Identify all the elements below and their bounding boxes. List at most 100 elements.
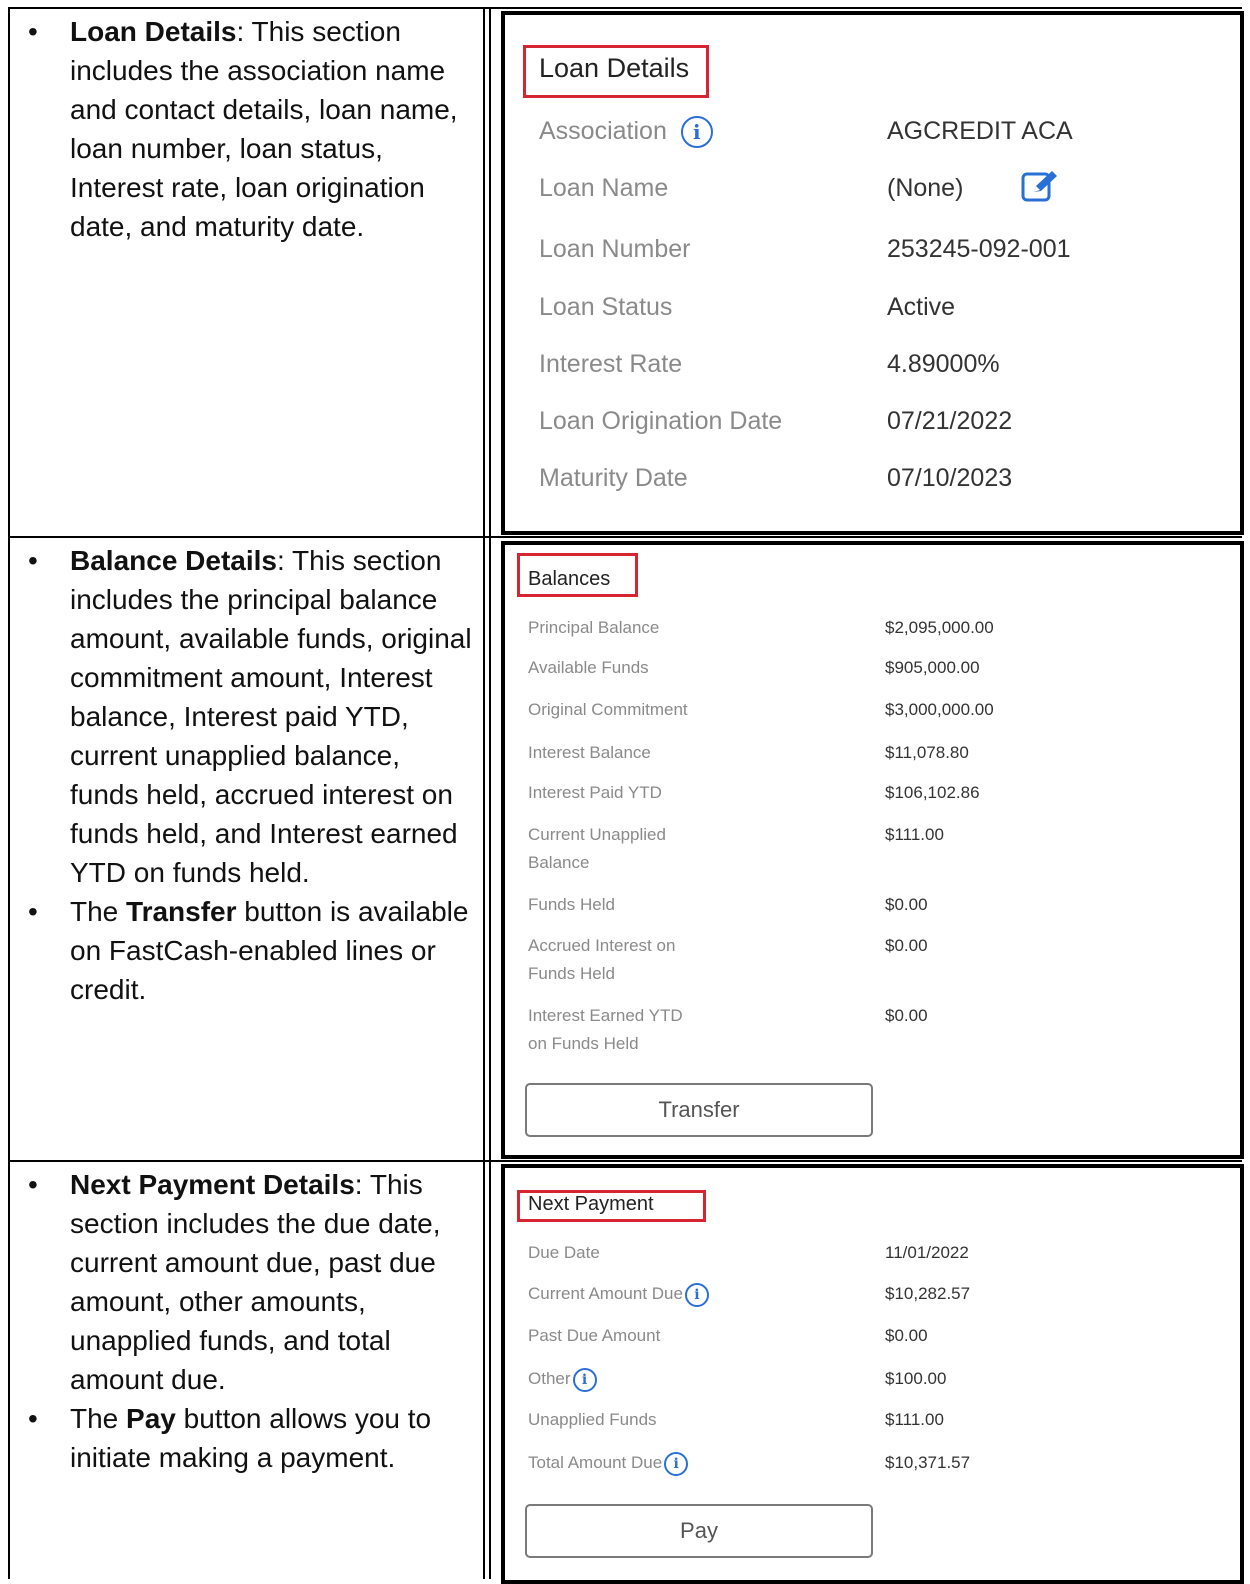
description-cell: Balance Details: This section includes t… (8, 541, 484, 1158)
field-value: $0.00 (885, 895, 928, 914)
bullet-list: Next Payment Details: This section inclu… (8, 1165, 484, 1477)
field-label-text: Balance (528, 853, 590, 872)
field-label-text: Unapplied Funds (528, 1410, 657, 1429)
field-label: Available Funds (528, 654, 649, 682)
row-divider-2 (8, 1160, 1242, 1162)
balances-title: Balances (528, 568, 611, 590)
field-value: $106,102.86 (885, 783, 980, 802)
field-label: Other i (528, 1365, 597, 1393)
field-label: Original Commitment (528, 696, 688, 724)
info-icon[interactable]: i (680, 116, 713, 149)
field-label-text: Interest Rate (539, 350, 683, 378)
field-label-text: Due Date (528, 1243, 600, 1262)
field-label: Interest Earned YTD on Funds Held (528, 1002, 683, 1058)
bullet-bold-term: Next Payment Details (70, 1169, 355, 1200)
field-label-text: Accrued Interest on (528, 936, 676, 955)
field-label-text: Other (528, 1369, 571, 1388)
field-label: Loan Status (539, 291, 672, 323)
field-value: $3,000,000.00 (885, 700, 994, 719)
field-value: $2,095,000.00 (885, 618, 994, 637)
bullet-list: Loan Details: This section includes the … (8, 12, 484, 246)
row-divider-1 (8, 536, 1242, 538)
field-label-text: Original Commitment (528, 700, 688, 719)
bullet-text: : This section includes the due date, cu… (70, 1169, 441, 1395)
field-label-text: Current Unapplied (528, 825, 666, 844)
field-label-text: Association (539, 117, 667, 145)
field-label-text: Principal Balance (528, 618, 660, 637)
field-value: $905,000.00 (885, 658, 980, 677)
bullet-item: Balance Details: This section includes t… (8, 541, 484, 892)
field-value: $10,282.57 (885, 1284, 971, 1303)
field-label: Interest Rate (539, 348, 682, 380)
field-label-text: Loan Origination Date (539, 407, 783, 435)
field-label: Loan Name (539, 172, 668, 204)
field-value: 07/21/2022 (887, 407, 1013, 435)
loan-details-panel: Loan Details Association i AGCREDIT ACA Loa… (501, 11, 1244, 535)
next-payment-panel: Next Payment Due Date 11/01/2022 Current A… (501, 1164, 1244, 1584)
field-value: $11,078.80 (885, 743, 969, 762)
field-label: Loan Origination Date (539, 405, 782, 437)
field-value: Active (887, 293, 956, 321)
field-label: Loan Number (539, 233, 690, 265)
description-cell: Loan Details: This section includes the … (8, 12, 484, 534)
bullet-item: The Pay button allows you to initiate ma… (8, 1399, 484, 1477)
field-label-text: Available Funds (528, 658, 649, 677)
field-value: $0.00 (885, 936, 928, 955)
field-label-text: Loan Status (539, 293, 673, 321)
bullet-bold-term: Balance Details (70, 545, 277, 576)
balances-panel: Balances Principal Balance $2,095,000.00 A… (501, 541, 1244, 1159)
table-border-top (8, 7, 1242, 9)
next-payment-title: Next Payment (528, 1193, 654, 1215)
bullet-text: The (70, 896, 127, 927)
field-value: 253245-092-001 (887, 235, 1071, 263)
bullet-bold-term: Pay (126, 1403, 176, 1434)
field-label: Total Amount Due i (528, 1449, 689, 1477)
field-label-text: Past Due Amount (528, 1326, 661, 1345)
field-label-text: Total Amount Due (528, 1453, 663, 1472)
field-label: Accrued Interest on Funds Held (528, 932, 675, 988)
field-label: Due Date (528, 1239, 600, 1267)
bullet-text: The (70, 1403, 127, 1434)
field-value: 11/01/2022 (885, 1243, 969, 1262)
transfer-button[interactable]: Transfer (525, 1083, 873, 1137)
field-label-text: Loan Name (539, 174, 669, 202)
bullet-item: Loan Details: This section includes the … (8, 12, 484, 246)
field-label: Maturity Date (539, 462, 688, 494)
bullet-text: : This section includes the association … (70, 16, 458, 242)
field-label: Principal Balance (528, 614, 659, 642)
field-value: $111.00 (885, 825, 944, 844)
field-label: Association i (539, 115, 713, 149)
field-label: Past Due Amount (528, 1322, 660, 1350)
field-label-text: on Funds Held (528, 1034, 639, 1053)
bullet-bold-term: Transfer (126, 896, 237, 927)
description-cell: Next Payment Details: This section inclu… (8, 1165, 484, 1579)
field-label: Current Amount Due i (528, 1280, 709, 1308)
info-icon[interactable]: i (684, 1282, 709, 1307)
field-value: 07/10/2023 (887, 464, 1013, 492)
field-label-text: Loan Number (539, 235, 691, 263)
field-value: (None) (887, 174, 964, 202)
field-label: Current Unapplied Balance (528, 821, 666, 877)
field-label-text: Maturity Date (539, 464, 688, 492)
info-icon[interactable]: i (664, 1451, 689, 1476)
field-label-text: Current Amount Due (528, 1284, 683, 1303)
field-label: Funds Held (528, 891, 615, 919)
edit-icon[interactable] (1020, 168, 1060, 209)
bullet-item: Next Payment Details: This section inclu… (8, 1165, 484, 1399)
field-value: $0.00 (885, 1006, 928, 1025)
bullet-item: The Transfer button is available on Fast… (8, 892, 484, 1009)
field-value: AGCREDIT ACA (887, 117, 1073, 145)
pay-button[interactable]: Pay (525, 1504, 873, 1558)
bullet-list: Balance Details: This section includes t… (8, 541, 484, 1009)
field-value: $111.00 (885, 1410, 944, 1429)
field-value: $100.00 (885, 1369, 947, 1388)
field-label-text: Interest Balance (528, 743, 651, 762)
bullet-bold-term: Loan Details (70, 16, 237, 47)
field-label-text: Funds Held (528, 895, 615, 914)
info-icon[interactable]: i (572, 1367, 597, 1392)
field-label: Interest Balance (528, 739, 651, 767)
field-label-text: Interest Earned YTD (528, 1006, 683, 1025)
field-value: $0.00 (885, 1326, 928, 1345)
bullet-text: : This section includes the principal ba… (70, 545, 472, 888)
field-label: Unapplied Funds (528, 1406, 657, 1434)
